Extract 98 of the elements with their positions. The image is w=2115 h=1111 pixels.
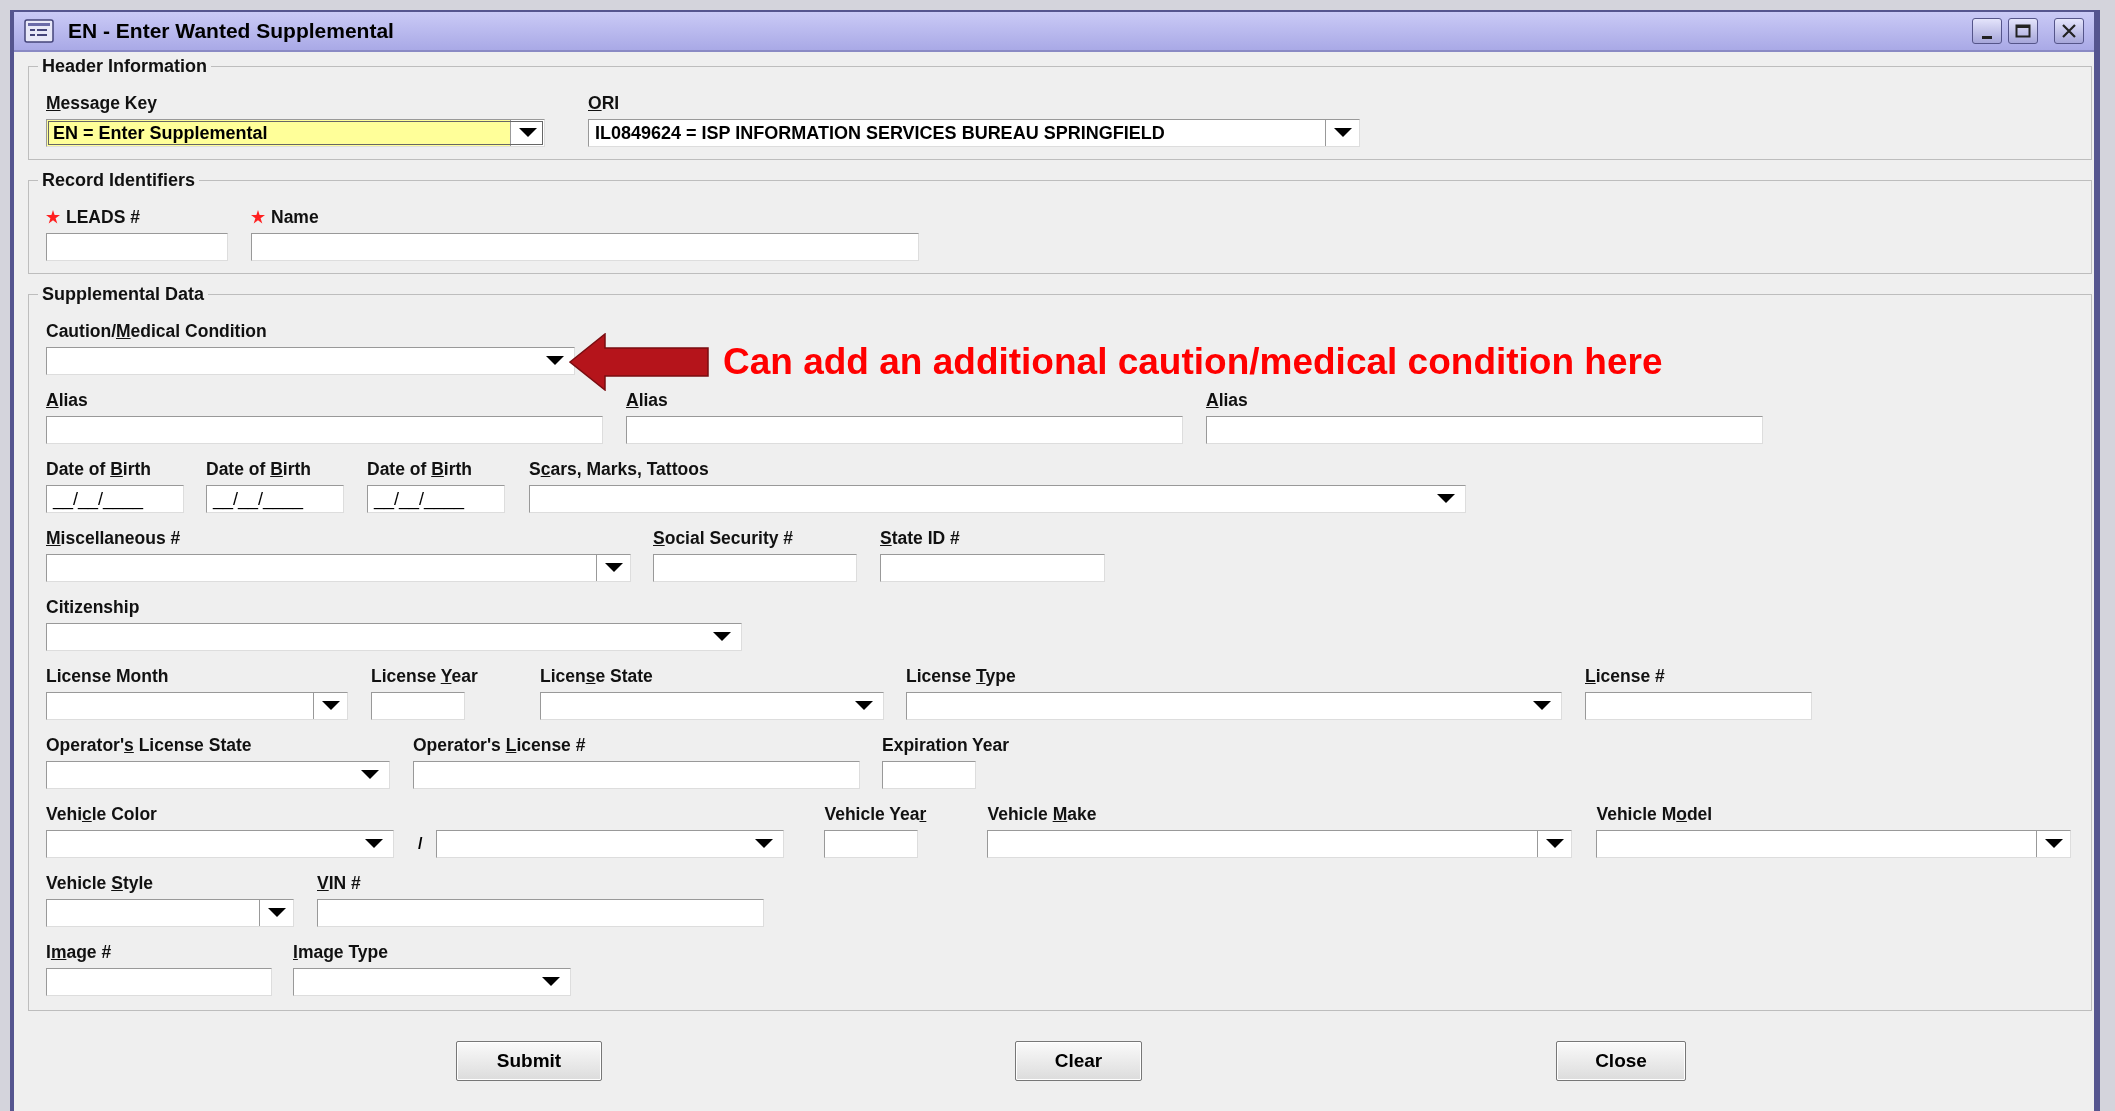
field-label: Social Security # (653, 527, 794, 549)
dropdown-field[interactable]: IL0849624 = ISP INFORMATION SERVICES BUREAU SPRINGFIELD (588, 119, 1360, 147)
text-field[interactable] (46, 233, 228, 261)
field-label: Vehicle Color (46, 803, 157, 825)
dropdown-field[interactable] (987, 830, 1573, 858)
caret-icon (518, 128, 537, 138)
caret-icon (542, 977, 560, 987)
field-label: ORI (588, 92, 620, 114)
dropdown-field[interactable] (46, 899, 294, 927)
field-label: Alias (626, 389, 668, 411)
field-label: Citizenship (46, 596, 140, 618)
caret-icon (321, 701, 340, 711)
dropdown-field[interactable] (1596, 830, 2072, 858)
caret-icon (855, 701, 873, 711)
dropdown-button[interactable] (510, 120, 544, 146)
field-label: Date of Birth (46, 458, 152, 480)
text-field[interactable] (882, 761, 976, 789)
field-label: Caution/Medical Condition (46, 320, 267, 342)
dialog-button[interactable]: Close (1556, 1041, 1686, 1081)
dropdown-field[interactable]: EN = Enter Supplemental (46, 119, 545, 147)
dropdown-field[interactable] (46, 623, 742, 651)
separator-text: / (418, 834, 423, 854)
dropdown-field[interactable] (436, 830, 785, 858)
dropdown-field[interactable] (46, 830, 394, 858)
caret-icon (267, 908, 286, 918)
caret-icon (1437, 494, 1455, 504)
text-field[interactable] (1585, 692, 1812, 720)
field-label: Name (271, 206, 319, 228)
caret-icon (1545, 839, 1564, 849)
caret-icon (755, 839, 774, 849)
minimize-icon (1982, 35, 1992, 39)
maximize-icon (2015, 24, 2031, 38)
text-field[interactable] (626, 416, 1183, 444)
dropdown-field[interactable] (46, 554, 631, 582)
field-label: Date of Birth (206, 458, 312, 480)
caret-icon (361, 770, 379, 780)
field-label: Miscellaneous # (46, 527, 181, 549)
section-title: Supplemental Data (41, 284, 206, 305)
field-label: License Month (46, 665, 169, 687)
field-label: Operator's License # (413, 734, 586, 756)
text-field[interactable] (413, 761, 860, 789)
close-icon (2061, 24, 2077, 38)
dropdown-field[interactable] (46, 347, 575, 375)
caret-icon (365, 839, 383, 849)
text-field[interactable] (824, 830, 919, 858)
field-label: Alias (1206, 389, 1248, 411)
field-label: License # (1585, 665, 1665, 687)
text-field[interactable] (46, 416, 603, 444)
dialog-button[interactable]: Submit (456, 1041, 602, 1081)
field-label: Operator's License State (46, 734, 252, 756)
dropdown-field[interactable] (540, 692, 884, 720)
field-label: License State (540, 665, 653, 687)
field-label: LEADS # (66, 206, 140, 228)
field-label: State ID # (880, 527, 960, 549)
field-label: Image # (46, 941, 112, 963)
field-label: Expiration Year (882, 734, 1010, 756)
caret-icon (546, 356, 564, 366)
field-label: Image Type (293, 941, 388, 963)
minimize-button[interactable] (1972, 18, 2002, 44)
text-field[interactable] (251, 233, 919, 261)
caret-icon (713, 632, 731, 642)
caret-icon (1533, 701, 1551, 711)
text-field[interactable] (317, 899, 764, 927)
text-field[interactable] (653, 554, 857, 582)
dropdown-field[interactable] (906, 692, 1562, 720)
field-label: Date of Birth (367, 458, 473, 480)
caret-icon (2044, 839, 2063, 849)
close-button[interactable] (2054, 18, 2084, 44)
dropdown-field[interactable] (46, 761, 390, 789)
section-title: Record Identifiers (41, 170, 197, 191)
text-field[interactable] (46, 968, 272, 996)
text-field[interactable] (880, 554, 1105, 582)
dialog-button[interactable]: Clear (1015, 1041, 1142, 1081)
date-field[interactable]: __/__/____ (367, 485, 505, 513)
date-field[interactable]: __/__/____ (46, 485, 184, 513)
caret-icon (604, 563, 623, 573)
text-field[interactable] (1206, 416, 1763, 444)
field-label: License Type (906, 665, 1016, 687)
dropdown-field[interactable] (293, 968, 571, 996)
field-label: Vehicle Year (824, 803, 927, 825)
field-label: Vehicle Make (987, 803, 1097, 825)
field-label: Vehicle Model (1596, 803, 1713, 825)
dropdown-field[interactable] (46, 692, 348, 720)
date-field[interactable]: __/__/____ (206, 485, 344, 513)
field-label: Alias (46, 389, 88, 411)
field-label: VIN # (317, 872, 361, 894)
dropdown-field[interactable] (529, 485, 1466, 513)
caret-icon (1333, 128, 1352, 138)
maximize-button[interactable] (2008, 18, 2038, 44)
section-title: Header Information (41, 56, 209, 77)
field-label: License Year (371, 665, 478, 687)
field-label: Scars, Marks, Tattoos (529, 458, 709, 480)
field-label: Vehicle Style (46, 872, 154, 894)
field-label: Message Key (46, 92, 157, 114)
window-title: EN - Enter Wanted Supplemental (68, 19, 394, 43)
window-icon (24, 19, 54, 43)
annotation-text: Can add an additional caution/medical condition here (723, 341, 1663, 383)
text-field[interactable] (371, 692, 465, 720)
